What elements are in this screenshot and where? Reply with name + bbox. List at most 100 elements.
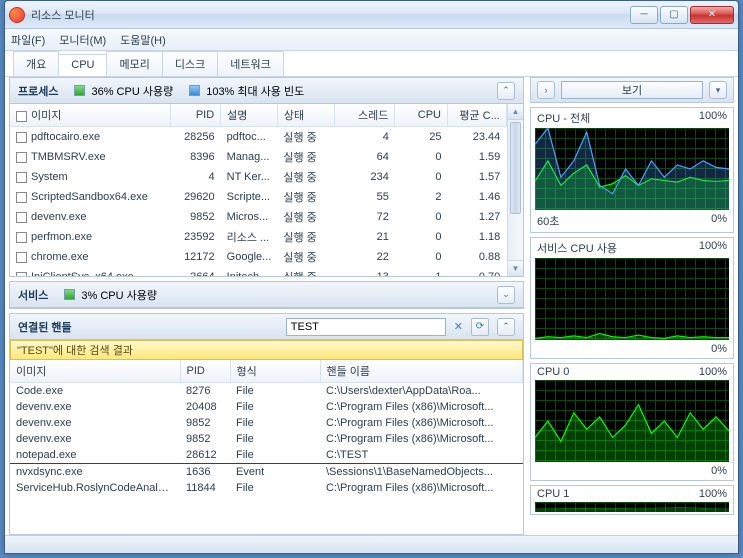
- handles-table[interactable]: 이미지 PID 형식 핸들 이름 Code.exe8276FileC:\User…: [10, 360, 523, 463]
- tabbar: 개요 CPU 메모리 디스크 네트워크: [5, 51, 738, 77]
- handles-search-input[interactable]: [286, 318, 446, 336]
- table-row[interactable]: pdftocairo.exe28256pdftoc...실행 중42523.44: [10, 127, 523, 148]
- row-checkbox[interactable]: [16, 192, 27, 203]
- handles-header[interactable]: 연결된 핸들 ✕ ⟳ ⌃: [10, 314, 523, 340]
- close-button[interactable]: ✕: [690, 6, 734, 24]
- table-row[interactable]: notepad.exe28612FileC:\TEST: [10, 447, 523, 463]
- tab-network[interactable]: 네트워크: [217, 51, 283, 76]
- svc-usage-icon: [64, 289, 75, 300]
- processes-scrollbar[interactable]: ▲ ▼: [507, 104, 523, 276]
- window-title: 리소스 모니터: [31, 7, 630, 23]
- services-title: 서비스: [18, 287, 48, 303]
- tab-memory[interactable]: 메모리: [106, 51, 162, 76]
- cpu-usage-icon: [74, 85, 85, 96]
- table-row[interactable]: ScriptedSandbox64.exe29620Scripte...실행 중…: [10, 187, 523, 207]
- chart-foot-left: 60초: [537, 213, 559, 229]
- collapse-processes-button[interactable]: ⌃: [497, 82, 515, 100]
- chart-box: CPU 0100% 0%: [530, 363, 734, 481]
- table-row[interactable]: IniClientSvc_x64.exe2664Initech ...실행 중1…: [10, 267, 523, 276]
- chart-canvas: [535, 258, 729, 340]
- chart-foot-right: 0%: [711, 465, 727, 477]
- collapse-handles-button[interactable]: ⌃: [497, 318, 515, 336]
- titlebar[interactable]: 리소스 모니터 ─ ▢ ✕: [5, 1, 738, 29]
- tab-cpu[interactable]: CPU: [58, 54, 107, 76]
- chart-canvas: [535, 128, 729, 210]
- menu-file[interactable]: 파일(F): [11, 32, 45, 48]
- scroll-down-button[interactable]: ▼: [508, 260, 523, 276]
- handles-title: 연결된 핸들: [18, 319, 72, 335]
- processes-table[interactable]: 이미지 PID 설명 상태 스레드 CPU 평균 C... pdftocairo…: [10, 104, 523, 276]
- processes-header[interactable]: 프로세스 36% CPU 사용량 103% 최대 사용 빈도 ⌃: [10, 78, 523, 104]
- table-row[interactable]: TMBMSRV.exe8396Manag...실행 중6401.59: [10, 147, 523, 167]
- table-row[interactable]: perfmon.exe23592리소스 ...실행 중2101.18: [10, 227, 523, 247]
- chart-pct: 100%: [699, 240, 727, 256]
- col-desc[interactable]: 설명: [221, 104, 278, 127]
- chart-pct: 100%: [699, 110, 727, 126]
- hcol-image[interactable]: 이미지: [10, 360, 180, 383]
- row-checkbox[interactable]: [16, 132, 27, 143]
- expand-services-button[interactable]: ⌄: [497, 286, 515, 304]
- col-status[interactable]: 상태: [277, 104, 334, 127]
- refresh-button[interactable]: ⟳: [471, 318, 489, 336]
- menu-help[interactable]: 도움말(H): [120, 32, 166, 48]
- processes-title: 프로세스: [18, 83, 58, 99]
- svc-usage-text: 3% CPU 사용량: [81, 287, 157, 303]
- col-cpu[interactable]: CPU: [395, 104, 448, 127]
- chart-title: CPU 1: [537, 488, 569, 500]
- chart-pct: 100%: [699, 488, 727, 500]
- services-header[interactable]: 서비스 3% CPU 사용량 ⌄: [10, 282, 523, 308]
- menu-monitor[interactable]: 모니터(M): [59, 32, 106, 48]
- table-row[interactable]: ServiceHub.RoslynCodeAnalysisS...11844Fi…: [10, 480, 523, 496]
- row-checkbox[interactable]: [16, 172, 27, 183]
- chart-title: CPU - 전체: [537, 110, 590, 126]
- tab-disk[interactable]: 디스크: [162, 51, 218, 76]
- hcol-pid[interactable]: PID: [180, 360, 230, 383]
- col-pid[interactable]: PID: [170, 104, 221, 127]
- cpu-usage-text: 36% CPU 사용량: [91, 83, 173, 99]
- cpu-freq-text: 103% 최대 사용 빈도: [206, 83, 304, 99]
- table-row[interactable]: devenv.exe9852FileC:\Program Files (x86)…: [10, 431, 523, 447]
- table-row[interactable]: devenv.exe20408FileC:\Program Files (x86…: [10, 399, 523, 415]
- chart-title: 서비스 CPU 사용: [537, 240, 617, 256]
- tab-overview[interactable]: 개요: [13, 51, 59, 76]
- chart-canvas: [535, 502, 729, 512]
- table-row[interactable]: devenv.exe9852Micros...실행 중7201.27: [10, 207, 523, 227]
- view-dropdown-button[interactable]: ▾: [709, 81, 727, 99]
- chart-foot-right: 0%: [711, 213, 727, 229]
- chart-box: CPU 1 100%: [530, 485, 734, 515]
- row-checkbox[interactable]: [16, 152, 27, 163]
- col-avg[interactable]: 평균 C...: [448, 104, 507, 127]
- cpu-freq-icon: [189, 85, 200, 96]
- table-row[interactable]: nvxdsync.exe1636Event\Sessions\1\BaseNam…: [10, 464, 523, 480]
- col-image: 이미지: [10, 104, 170, 127]
- select-all-checkbox[interactable]: [16, 111, 27, 122]
- handles-panel: 연결된 핸들 ✕ ⟳ ⌃ "TEST"에 대한 검색 결과 이미지 PID 형식…: [9, 313, 524, 535]
- row-checkbox[interactable]: [16, 232, 27, 243]
- maximize-button[interactable]: ▢: [660, 6, 688, 24]
- app-window: 리소스 모니터 ─ ▢ ✕ 파일(F) 모니터(M) 도움말(H) 개요 CPU…: [4, 0, 739, 554]
- chart-foot-right: 0%: [711, 343, 727, 355]
- table-row[interactable]: Code.exe8276FileC:\Users\dexter\AppData\…: [10, 383, 523, 400]
- col-threads[interactable]: 스레드: [334, 104, 395, 127]
- view-button[interactable]: 보기: [561, 81, 703, 99]
- row-checkbox[interactable]: [16, 252, 27, 263]
- row-checkbox[interactable]: [16, 212, 27, 223]
- chart-box: 서비스 CPU 사용 100% 0%: [530, 237, 734, 359]
- hcol-type[interactable]: 형식: [230, 360, 320, 383]
- statusbar: [5, 535, 738, 553]
- scroll-thumb[interactable]: [510, 122, 521, 214]
- chart-canvas: [535, 380, 729, 462]
- table-row[interactable]: devenv.exe9852FileC:\Program Files (x86)…: [10, 415, 523, 431]
- clear-search-icon[interactable]: ✕: [454, 320, 463, 333]
- app-icon: [9, 7, 25, 23]
- minimize-button[interactable]: ─: [630, 6, 658, 24]
- table-row[interactable]: chrome.exe12172Google...실행 중2200.88: [10, 247, 523, 267]
- handles-table-2[interactable]: nvxdsync.exe1636Event\Sessions\1\BaseNam…: [10, 464, 523, 496]
- table-row[interactable]: System4NT Ker...실행 중23401.57: [10, 167, 523, 187]
- search-result-banner: "TEST"에 대한 검색 결과: [10, 340, 523, 360]
- scroll-up-button[interactable]: ▲: [508, 104, 523, 120]
- row-checkbox[interactable]: [16, 272, 27, 276]
- processes-panel: 프로세스 36% CPU 사용량 103% 최대 사용 빈도 ⌃ 이미지 PID…: [9, 77, 524, 277]
- collapse-charts-button[interactable]: ›: [537, 81, 555, 99]
- hcol-name[interactable]: 핸들 이름: [320, 360, 523, 383]
